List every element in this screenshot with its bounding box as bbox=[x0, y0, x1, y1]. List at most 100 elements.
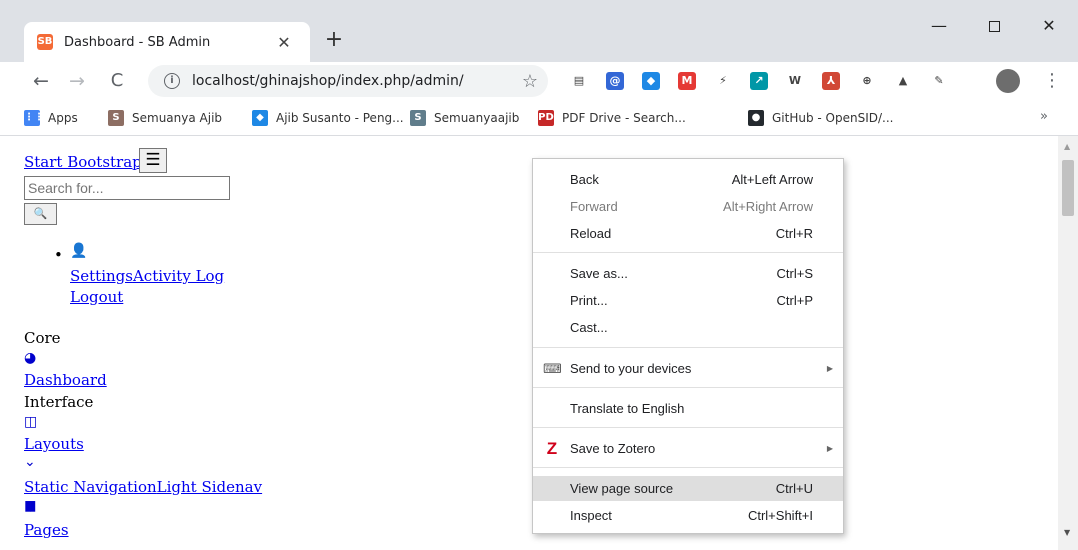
sidebar-toggle-button[interactable]: ☰ bbox=[139, 148, 167, 173]
menu-separator bbox=[533, 252, 843, 253]
user-icon[interactable]: 👤 bbox=[70, 243, 87, 259]
context-menu: Back Alt+Left Arrow Forward Alt+Right Ar… bbox=[532, 158, 844, 534]
page-scrollbar[interactable]: ▲ ▼ bbox=[1058, 136, 1078, 550]
menu-item-shortcut: Ctrl+R bbox=[775, 226, 813, 241]
interface-heading: Interface bbox=[24, 393, 94, 411]
maximize-button[interactable] bbox=[979, 14, 1009, 38]
menu-item-back[interactable]: Back Alt+Left Arrow bbox=[533, 167, 843, 192]
laptop-phone-icon: ⌨ bbox=[543, 360, 562, 376]
scroll-up-icon[interactable]: ▲ bbox=[1064, 142, 1070, 151]
circle-icon[interactable]: ⊕ bbox=[858, 72, 876, 90]
menu-item-shortcut: Ctrl+P bbox=[776, 293, 813, 308]
light-sidenav-link[interactable]: Light Sidenav bbox=[157, 478, 262, 496]
search-button[interactable]: 🔍 bbox=[24, 203, 57, 225]
brand-link[interactable]: Start Bootstrap bbox=[24, 153, 142, 171]
menu-separator bbox=[533, 347, 843, 348]
browser-toolbar: ← → C i localhost/ghinajshop/index.php/a… bbox=[0, 62, 1078, 100]
bookmark-item[interactable]: ● GitHub - OpenSID/... bbox=[748, 108, 893, 128]
new-tab-button[interactable]: + bbox=[320, 26, 348, 54]
forward-button[interactable]: → bbox=[64, 68, 90, 94]
bookmark-label: Semuanya Ajib bbox=[132, 111, 223, 125]
user-dropdown-links: SettingsActivity Log bbox=[70, 267, 224, 285]
at-icon[interactable]: @ bbox=[606, 72, 624, 90]
diamond-icon[interactable]: ◆ bbox=[642, 72, 660, 90]
bookmarks-bar: ⋮⋮ Apps S Semuanya Ajib ◆ Ajib Susanto - Peng… bbox=[0, 100, 1078, 136]
maximize-icon bbox=[988, 21, 1000, 32]
menu-item-label: Back bbox=[570, 172, 599, 187]
bookmark-star-icon[interactable]: ☆ bbox=[522, 71, 538, 92]
word-icon[interactable]: W bbox=[786, 72, 804, 90]
bolt-icon[interactable]: ⚡ bbox=[714, 72, 732, 90]
menu-item-save-to-zotero[interactable]: Z Save to Zotero ▶ bbox=[533, 436, 843, 461]
list-bullet: • bbox=[54, 246, 63, 264]
pdf-icon[interactable]: ⅄ bbox=[822, 72, 840, 90]
bookmark-favicon-icon: ⋮⋮ bbox=[24, 110, 44, 126]
bookmark-favicon-icon: ◆ bbox=[252, 110, 268, 126]
menu-item-shortcut: Ctrl+U bbox=[775, 481, 813, 496]
menu-item-label: Print... bbox=[570, 293, 608, 308]
cyan-icon[interactable]: ↗ bbox=[750, 72, 768, 90]
url-text[interactable]: localhost/ghinajshop/index.php/admin/ bbox=[192, 73, 464, 89]
menu-item-label: Inspect bbox=[570, 508, 612, 523]
window-close-button[interactable]: ✕ bbox=[1034, 14, 1064, 38]
menu-item-forward[interactable]: Forward Alt+Right Arrow bbox=[533, 194, 843, 219]
static-navigation-link[interactable]: Static Navigation bbox=[24, 478, 157, 496]
menu-item-shortcut: Alt+Left Arrow bbox=[731, 172, 813, 187]
dashboard-link[interactable]: Dashboard bbox=[24, 371, 107, 389]
core-heading: Core bbox=[24, 329, 61, 347]
menu-item-view-page-source[interactable]: View page source Ctrl+U bbox=[533, 476, 843, 501]
menu-item-reload[interactable]: Reload Ctrl+R bbox=[533, 221, 843, 246]
menu-item-save-as[interactable]: Save as... Ctrl+S bbox=[533, 261, 843, 286]
bookmark-item[interactable]: ⋮⋮ Apps bbox=[24, 108, 78, 128]
reload-button[interactable]: C bbox=[104, 68, 130, 94]
menu-item-send-to-devices[interactable]: ⌨ Send to your devices ▶ bbox=[533, 356, 843, 381]
bookmark-label: Semuanyaajib bbox=[434, 111, 520, 125]
search-icon: 🔍 bbox=[33, 207, 48, 220]
menu-item-label: Send to your devices bbox=[570, 361, 692, 376]
doc-icon[interactable]: ▤ bbox=[570, 72, 588, 90]
search-input[interactable] bbox=[24, 176, 230, 200]
menu-item-label: Translate to English bbox=[570, 401, 685, 416]
feather-icon[interactable]: ✎ bbox=[930, 72, 948, 90]
menu-item-label: View page source bbox=[570, 481, 674, 496]
scroll-thumb[interactable] bbox=[1062, 160, 1074, 216]
tab-close-icon[interactable]: ✕ bbox=[274, 33, 294, 52]
profile-avatar[interactable] bbox=[996, 69, 1020, 93]
menu-item-label: Save to Zotero bbox=[570, 441, 656, 456]
settings-link[interactable]: Settings bbox=[70, 267, 133, 285]
scroll-down-icon[interactable]: ▼ bbox=[1064, 528, 1070, 537]
menu-item-cast[interactable]: Cast... bbox=[533, 315, 843, 340]
bookmarks-overflow-button[interactable]: » bbox=[1040, 109, 1048, 124]
bookmark-favicon-icon: PD bbox=[538, 110, 554, 126]
pages-link[interactable]: Pages bbox=[24, 521, 69, 539]
menu-item-label: Reload bbox=[570, 226, 612, 241]
bookmark-item[interactable]: ◆ Ajib Susanto - Peng... bbox=[252, 108, 404, 128]
submenu-arrow-icon: ▶ bbox=[826, 444, 833, 453]
minimize-button[interactable]: — bbox=[924, 14, 954, 38]
columns-icon: ◫ bbox=[24, 414, 38, 430]
bookmark-item[interactable]: S Semuanyaajib bbox=[410, 108, 519, 128]
red-square-icon[interactable]: M bbox=[678, 72, 696, 90]
layouts-link[interactable]: Layouts bbox=[24, 435, 84, 453]
address-bar[interactable]: i localhost/ghinajshop/index.php/admin/ … bbox=[148, 65, 548, 97]
menu-item-shortcut: Alt+Right Arrow bbox=[723, 199, 813, 214]
tab-dashboard[interactable]: SB Dashboard - SB Admin ✕ bbox=[24, 22, 310, 62]
back-button[interactable]: ← bbox=[28, 68, 54, 94]
menu-item-inspect[interactable]: Inspect Ctrl+Shift+I bbox=[533, 503, 843, 528]
bookmark-label: Apps bbox=[48, 111, 78, 125]
logout-link[interactable]: Logout bbox=[70, 288, 123, 306]
menu-item-print[interactable]: Print... Ctrl+P bbox=[533, 288, 843, 313]
menu-item-label: Forward bbox=[570, 199, 618, 214]
bookmark-label: Ajib Susanto - Peng... bbox=[276, 111, 404, 125]
menu-item-translate[interactable]: Translate to English bbox=[533, 396, 843, 421]
submenu-arrow-icon: ▶ bbox=[826, 364, 833, 373]
book-open-icon: ▮▮ bbox=[24, 498, 37, 514]
drive-icon[interactable]: ▲ bbox=[894, 72, 912, 90]
chrome-menu-button[interactable]: ⋮ bbox=[1043, 68, 1061, 94]
menu-item-shortcut: Ctrl+S bbox=[776, 266, 813, 281]
bookmark-item[interactable]: S Semuanya Ajib bbox=[108, 108, 222, 128]
bookmark-item[interactable]: PD PDF Drive - Search... bbox=[538, 108, 686, 128]
bookmark-favicon-icon: S bbox=[108, 110, 124, 126]
site-info-icon[interactable]: i bbox=[164, 73, 180, 89]
activity-log-link[interactable]: Activity Log bbox=[133, 267, 224, 285]
